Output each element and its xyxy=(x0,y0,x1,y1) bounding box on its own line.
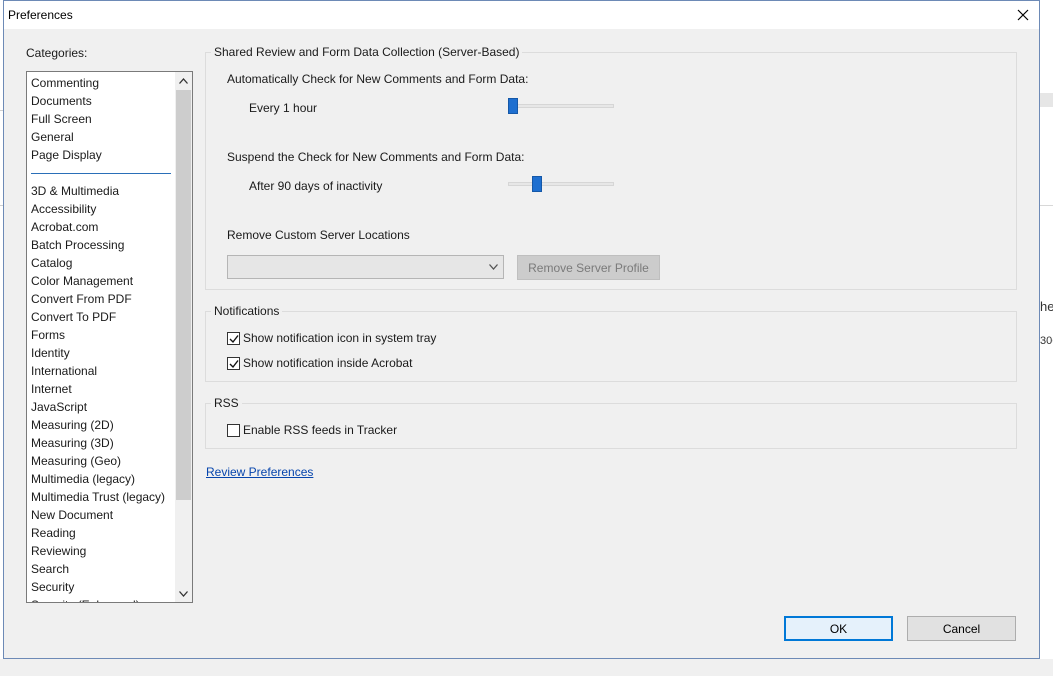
category-item[interactable]: JavaScript xyxy=(27,398,175,416)
category-item[interactable]: International xyxy=(27,362,175,380)
category-item[interactable]: Batch Processing xyxy=(27,236,175,254)
suspend-check-slider[interactable] xyxy=(508,176,614,196)
suspend-check-label: Suspend the Check for New Comments and F… xyxy=(227,150,525,164)
category-item[interactable]: Acrobat.com xyxy=(27,218,175,236)
cancel-button[interactable]: Cancel xyxy=(907,616,1016,641)
rss-group-title: RSS xyxy=(211,396,242,410)
dialog-title: Preferences xyxy=(8,8,73,22)
auto-check-label: Automatically Check for New Comments and… xyxy=(227,72,529,86)
scroll-up-button[interactable] xyxy=(175,72,192,89)
tray-notification-option[interactable]: Show notification icon in system tray xyxy=(227,331,436,345)
auto-check-value: Every 1 hour xyxy=(249,101,318,115)
category-item[interactable]: Full Screen xyxy=(27,110,175,128)
close-button[interactable] xyxy=(1010,3,1036,27)
category-item[interactable]: Multimedia (legacy) xyxy=(27,470,175,488)
tray-notification-checkbox[interactable] xyxy=(227,331,240,345)
background-toolbar-fragment xyxy=(1040,93,1053,107)
background-text: he xyxy=(1040,299,1053,314)
rss-feeds-checkbox[interactable] xyxy=(227,423,240,437)
checkmark-icon xyxy=(229,334,239,343)
category-item[interactable]: Reviewing xyxy=(27,542,175,560)
ok-button[interactable]: OK xyxy=(784,616,893,641)
review-preferences-link[interactable]: Review Preferences xyxy=(206,465,313,479)
category-item[interactable]: Convert To PDF xyxy=(27,308,175,326)
chevron-down-icon xyxy=(179,590,188,597)
remove-locations-label: Remove Custom Server Locations xyxy=(227,228,410,242)
slider-track xyxy=(508,104,614,108)
chevron-up-icon xyxy=(179,77,188,84)
category-item[interactable]: Documents xyxy=(27,92,175,110)
preferences-dialog: Preferences Categories: Commenting Docume… xyxy=(3,0,1040,659)
category-item[interactable]: Measuring (Geo) xyxy=(27,452,175,470)
category-separator xyxy=(27,164,175,182)
category-item[interactable]: Internet xyxy=(27,380,175,398)
categories-list[interactable]: Commenting Documents Full Screen General Pag… xyxy=(26,71,193,603)
slider-thumb[interactable] xyxy=(508,98,518,114)
chevron-down-icon xyxy=(489,264,498,270)
rss-feeds-option[interactable]: Enable RSS feeds in Tracker xyxy=(227,423,397,437)
categories-label: Categories: xyxy=(26,46,88,60)
slider-thumb[interactable] xyxy=(532,176,542,192)
auto-check-slider[interactable] xyxy=(508,98,614,118)
rss-feeds-label: Enable RSS feeds in Tracker xyxy=(243,423,398,437)
category-item[interactable]: General xyxy=(27,128,175,146)
category-item[interactable]: Search xyxy=(27,560,175,578)
category-item[interactable]: Security (Enhanced) xyxy=(27,596,175,602)
category-item[interactable]: Accessibility xyxy=(27,200,175,218)
category-item[interactable]: Convert From PDF xyxy=(27,290,175,308)
scroll-down-button[interactable] xyxy=(175,585,192,602)
acrobat-notification-label: Show notification inside Acrobat xyxy=(243,356,413,370)
acrobat-notification-option[interactable]: Show notification inside Acrobat xyxy=(227,356,412,370)
category-item[interactable]: Multimedia Trust (legacy) xyxy=(27,488,175,506)
shared-review-group-title: Shared Review and Form Data Collection (… xyxy=(211,45,523,59)
category-item[interactable]: Page Display xyxy=(27,146,175,164)
category-item[interactable]: Catalog xyxy=(27,254,175,272)
category-item[interactable]: New Document xyxy=(27,506,175,524)
background-text: 306 xyxy=(1040,335,1053,347)
notifications-group-title: Notifications xyxy=(211,304,283,318)
categories-items: Commenting Documents Full Screen General Pag… xyxy=(27,74,175,602)
tray-notification-label: Show notification icon in system tray xyxy=(243,331,437,345)
category-item[interactable]: Forms xyxy=(27,326,175,344)
category-item[interactable]: 3D & Multimedia xyxy=(27,182,175,200)
category-item[interactable]: Measuring (2D) xyxy=(27,416,175,434)
suspend-check-value: After 90 days of inactivity xyxy=(249,179,383,193)
title-bar: Preferences xyxy=(4,1,1039,29)
scrollbar-thumb[interactable] xyxy=(176,90,191,500)
category-item[interactable]: Color Management xyxy=(27,272,175,290)
checkmark-icon xyxy=(229,359,239,368)
remove-server-profile-button[interactable]: Remove Server Profile xyxy=(517,255,660,280)
acrobat-notification-checkbox[interactable] xyxy=(227,356,240,370)
category-item[interactable]: Identity xyxy=(27,344,175,362)
background-divider xyxy=(1040,205,1053,206)
category-item[interactable]: Measuring (3D) xyxy=(27,434,175,452)
close-icon xyxy=(1017,9,1029,21)
slider-track xyxy=(508,182,614,186)
category-item[interactable]: Commenting xyxy=(27,74,175,92)
categories-scrollbar[interactable] xyxy=(175,72,192,602)
background-taskbar xyxy=(0,659,1053,676)
server-locations-dropdown[interactable] xyxy=(227,255,504,279)
category-item[interactable]: Security xyxy=(27,578,175,596)
notifications-group xyxy=(205,311,1017,382)
category-item[interactable]: Reading xyxy=(27,524,175,542)
